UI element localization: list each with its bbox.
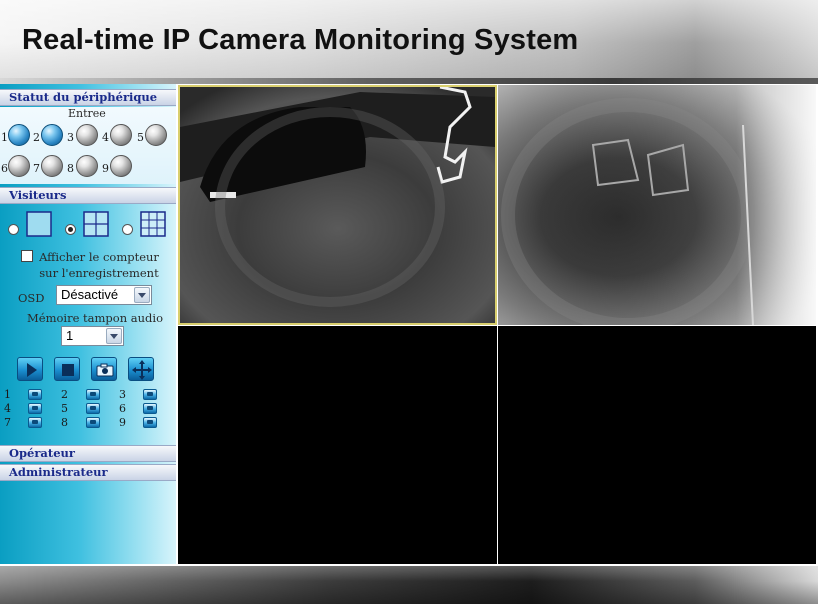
camera-number: 3 — [119, 388, 126, 401]
camera-number: 4 — [4, 402, 11, 415]
osd-label: OSD — [18, 291, 45, 305]
record-counter-label: Afficher le compteur sur l'enregistremen… — [39, 250, 159, 280]
chevron-down-icon — [106, 328, 122, 344]
audio-buffer-value: 1 — [66, 328, 74, 343]
section-operator[interactable]: Opérateur — [0, 445, 176, 462]
ptz-button[interactable] — [128, 357, 154, 381]
input-led-3 — [76, 124, 98, 146]
led-number: 2 — [33, 131, 40, 144]
camera-number: 6 — [119, 402, 126, 415]
camera-feed-2 — [498, 85, 816, 325]
input-led-7 — [41, 155, 63, 177]
camera-number: 8 — [61, 416, 68, 429]
move-icon — [132, 360, 152, 380]
input-led-2 — [41, 124, 63, 146]
camera-icon — [96, 363, 114, 377]
audio-buffer-select[interactable]: 1 — [61, 326, 124, 346]
app-footer — [0, 566, 818, 604]
video-channel-3[interactable] — [178, 326, 497, 564]
input-led-5 — [145, 124, 167, 146]
input-led-9 — [110, 155, 132, 177]
sidebar: Statut du périphérique Entree 1 2 3 4 5 … — [0, 84, 176, 564]
section-device-status[interactable]: Statut du périphérique — [0, 89, 176, 106]
input-label: Entree — [68, 107, 106, 120]
camera-6-icon[interactable] — [143, 403, 157, 414]
camera-number: 9 — [119, 416, 126, 429]
quad-view-icon[interactable] — [83, 211, 109, 237]
camera-1-icon[interactable] — [28, 389, 42, 400]
camera-number: 1 — [4, 388, 11, 401]
camera-2-icon[interactable] — [86, 389, 100, 400]
section-visitors[interactable]: Visiteurs — [0, 187, 176, 204]
video-channel-1[interactable] — [178, 85, 497, 325]
app-title: Real-time IP Camera Monitoring System — [22, 24, 579, 56]
layout-3x3-radio[interactable] — [122, 224, 133, 235]
led-number: 1 — [1, 131, 8, 144]
app-header: Real-time IP Camera Monitoring System — [0, 0, 818, 78]
camera-5-icon[interactable] — [86, 403, 100, 414]
led-number: 6 — [1, 162, 8, 175]
stop-button[interactable] — [54, 357, 80, 381]
camera-7-icon[interactable] — [28, 417, 42, 428]
play-icon — [27, 363, 37, 377]
camera-number: 7 — [4, 416, 11, 429]
led-number: 3 — [67, 131, 74, 144]
video-channel-4[interactable] — [498, 326, 816, 564]
camera-9-icon[interactable] — [143, 417, 157, 428]
record-counter-checkbox[interactable] — [21, 250, 33, 262]
camera-3-icon[interactable] — [143, 389, 157, 400]
play-button[interactable] — [17, 357, 43, 381]
snapshot-button[interactable] — [91, 357, 117, 381]
stop-icon — [62, 364, 74, 376]
input-led-8 — [76, 155, 98, 177]
section-administrator[interactable]: Administrateur — [0, 464, 176, 481]
osd-select-value: Désactivé — [61, 287, 119, 302]
layout-2x2-radio[interactable] — [65, 224, 76, 235]
video-channel-2[interactable] — [498, 85, 816, 325]
nine-view-icon[interactable] — [140, 211, 166, 237]
led-number: 9 — [102, 162, 109, 175]
camera-number: 2 — [61, 388, 68, 401]
camera-feed-1 — [180, 87, 495, 323]
led-number: 4 — [102, 131, 109, 144]
camera-4-icon[interactable] — [28, 403, 42, 414]
input-led-6 — [8, 155, 30, 177]
led-number: 8 — [67, 162, 74, 175]
audio-buffer-label: Mémoire tampon audio — [27, 311, 164, 325]
camera-number: 5 — [61, 402, 68, 415]
layout-1x1-radio[interactable] — [8, 224, 19, 235]
input-led-1 — [8, 124, 30, 146]
osd-select[interactable]: Désactivé — [56, 285, 152, 305]
led-number: 7 — [33, 162, 40, 175]
camera-8-icon[interactable] — [86, 417, 100, 428]
chevron-down-icon — [134, 287, 150, 303]
led-number: 5 — [137, 131, 144, 144]
input-led-4 — [110, 124, 132, 146]
single-view-icon[interactable] — [26, 211, 52, 237]
